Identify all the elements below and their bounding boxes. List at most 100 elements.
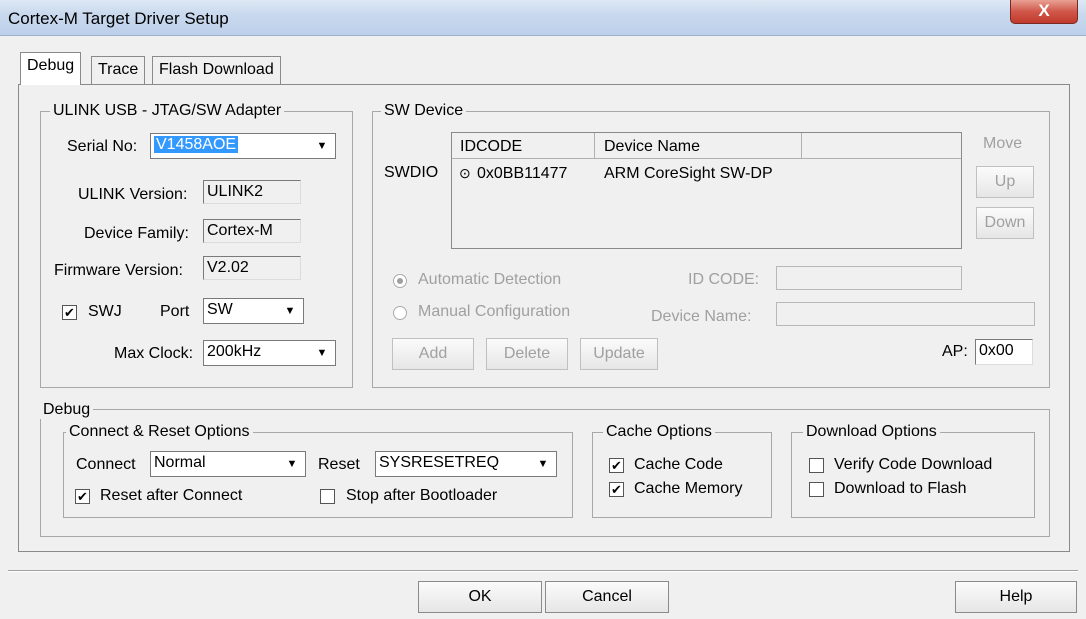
idcode-label: ID CODE: bbox=[688, 271, 760, 288]
reset-after-connect-label: Reset after Connect bbox=[100, 487, 243, 504]
download-to-flash-label: Download to Flash bbox=[834, 480, 967, 497]
reset-after-connect-checkbox[interactable]: ✔ bbox=[75, 489, 90, 504]
cache-code-checkbox[interactable]: ✔ bbox=[609, 458, 624, 473]
radio-selected-icon: ⊙ bbox=[459, 165, 471, 181]
down-button-label: Down bbox=[984, 214, 1026, 231]
delete-button-label: Delete bbox=[503, 345, 551, 362]
check-icon: ✔ bbox=[64, 305, 75, 320]
swdio-label: SWDIO bbox=[384, 164, 439, 181]
delete-button[interactable]: Delete bbox=[486, 338, 568, 370]
ulink-version-field: ULINK2 bbox=[203, 180, 301, 204]
add-button[interactable]: Add bbox=[392, 338, 474, 370]
window-title: Cortex-M Target Driver Setup bbox=[8, 9, 229, 28]
chevron-down-icon: ▼ bbox=[537, 458, 549, 470]
chevron-down-icon: ▼ bbox=[316, 140, 328, 152]
ok-button[interactable]: OK bbox=[418, 581, 542, 613]
serial-select[interactable]: V1458AOE ▼ bbox=[150, 133, 336, 159]
help-button[interactable]: Help bbox=[955, 581, 1077, 613]
down-button[interactable]: Down bbox=[976, 207, 1034, 239]
footer-divider bbox=[8, 570, 1078, 572]
column-separator bbox=[801, 133, 802, 159]
connect-value: Normal bbox=[154, 454, 206, 471]
firmware-version-value: V2.02 bbox=[207, 259, 249, 276]
cache-options-group-label: Cache Options bbox=[603, 423, 715, 441]
device-row-idcode: 0x0BB11477 bbox=[477, 165, 568, 182]
firmware-version-field: V2.02 bbox=[203, 256, 301, 280]
ap-input[interactable]: 0x00 bbox=[975, 339, 1033, 365]
connect-select[interactable]: Normal ▼ bbox=[150, 451, 306, 477]
add-button-label: Add bbox=[418, 345, 448, 362]
cancel-button[interactable]: Cancel bbox=[545, 581, 669, 613]
title-bar: Cortex-M Target Driver Setup X bbox=[0, 0, 1086, 36]
chevron-down-icon: ▼ bbox=[284, 305, 296, 317]
ulink-version-label: ULINK Version: bbox=[78, 186, 188, 203]
close-button[interactable]: X bbox=[1010, 0, 1078, 24]
update-button[interactable]: Update bbox=[580, 338, 658, 370]
device-row[interactable]: ⊙ 0x0BB11477 ARM CoreSight SW-DP bbox=[456, 163, 956, 185]
port-label: Port bbox=[160, 303, 190, 320]
column-separator bbox=[594, 133, 595, 159]
connect-reset-group-label: Connect & Reset Options bbox=[66, 423, 253, 441]
up-button[interactable]: Up bbox=[976, 166, 1034, 198]
ulink-version-value: ULINK2 bbox=[207, 183, 264, 200]
tab-flash-download[interactable]: Flash Download bbox=[152, 56, 281, 84]
download-to-flash-checkbox[interactable] bbox=[809, 482, 824, 497]
port-value: SW bbox=[207, 301, 233, 318]
tab-debug[interactable]: Debug bbox=[20, 52, 82, 85]
connect-label: Connect bbox=[76, 456, 136, 473]
adapter-group-label: ULINK USB - JTAG/SW Adapter bbox=[50, 102, 285, 120]
col-idcode[interactable]: IDCODE bbox=[460, 138, 522, 156]
check-icon: ✔ bbox=[77, 489, 88, 504]
device-family-value: Cortex-M bbox=[207, 222, 273, 239]
verify-code-download-checkbox[interactable] bbox=[809, 458, 824, 473]
device-table-header bbox=[452, 133, 961, 159]
chevron-down-icon: ▼ bbox=[316, 347, 328, 359]
port-select[interactable]: SW ▼ bbox=[203, 298, 304, 324]
serial-label: Serial No: bbox=[67, 138, 138, 155]
cache-options-group bbox=[592, 432, 772, 518]
stop-after-bootloader-label: Stop after Bootloader bbox=[346, 487, 498, 504]
serial-value: V1458AOE bbox=[154, 136, 239, 153]
cache-code-label: Cache Code bbox=[634, 456, 723, 473]
max-clock-label: Max Clock: bbox=[114, 345, 194, 362]
cache-memory-label: Cache Memory bbox=[634, 480, 743, 497]
auto-detection-radio[interactable] bbox=[393, 274, 407, 288]
tab-trace[interactable]: Trace bbox=[91, 56, 146, 84]
cache-memory-checkbox[interactable]: ✔ bbox=[609, 482, 624, 497]
reset-select[interactable]: SYSRESETREQ ▼ bbox=[375, 451, 557, 477]
idcode-input[interactable] bbox=[776, 266, 962, 290]
sw-device-group-label: SW Device bbox=[381, 102, 467, 120]
device-family-field: Cortex-M bbox=[203, 219, 301, 243]
update-button-label: Update bbox=[593, 345, 645, 362]
stop-after-bootloader-checkbox[interactable] bbox=[320, 489, 335, 504]
download-options-group bbox=[791, 432, 1035, 518]
device-family-label: Device Family: bbox=[84, 225, 189, 242]
reset-value: SYSRESETREQ bbox=[379, 454, 500, 471]
tab-trace-label: Trace bbox=[98, 61, 139, 78]
ok-button-label: OK bbox=[468, 588, 492, 605]
device-table: IDCODE Device Name ⊙ 0x0BB11477 ARM Core… bbox=[451, 132, 962, 249]
reset-label: Reset bbox=[318, 456, 360, 473]
move-label: Move bbox=[983, 135, 1023, 152]
check-icon: ✔ bbox=[611, 458, 622, 473]
device-name-label: Device Name: bbox=[651, 308, 752, 325]
ap-label: AP: bbox=[942, 343, 968, 360]
col-device-name[interactable]: Device Name bbox=[604, 138, 700, 156]
swj-checkbox[interactable]: ✔ bbox=[62, 305, 77, 320]
help-button-label: Help bbox=[999, 588, 1033, 605]
check-icon: ✔ bbox=[611, 482, 622, 497]
ap-value: 0x00 bbox=[979, 342, 1014, 359]
close-icon: X bbox=[1038, 1, 1050, 20]
cancel-button-label: Cancel bbox=[582, 588, 632, 605]
swj-label: SWJ bbox=[88, 303, 122, 320]
device-row-name: ARM CoreSight SW-DP bbox=[604, 165, 773, 182]
debug-group-label: Debug bbox=[40, 401, 94, 419]
max-clock-select[interactable]: 200kHz ▼ bbox=[203, 340, 336, 366]
tab-flash-download-label: Flash Download bbox=[159, 61, 274, 78]
download-options-group-label: Download Options bbox=[803, 423, 940, 441]
manual-config-radio[interactable] bbox=[393, 306, 407, 320]
up-button-label: Up bbox=[994, 173, 1016, 190]
chevron-down-icon: ▼ bbox=[286, 458, 298, 470]
firmware-version-label: Firmware Version: bbox=[54, 262, 183, 279]
device-name-input[interactable] bbox=[776, 302, 1035, 326]
